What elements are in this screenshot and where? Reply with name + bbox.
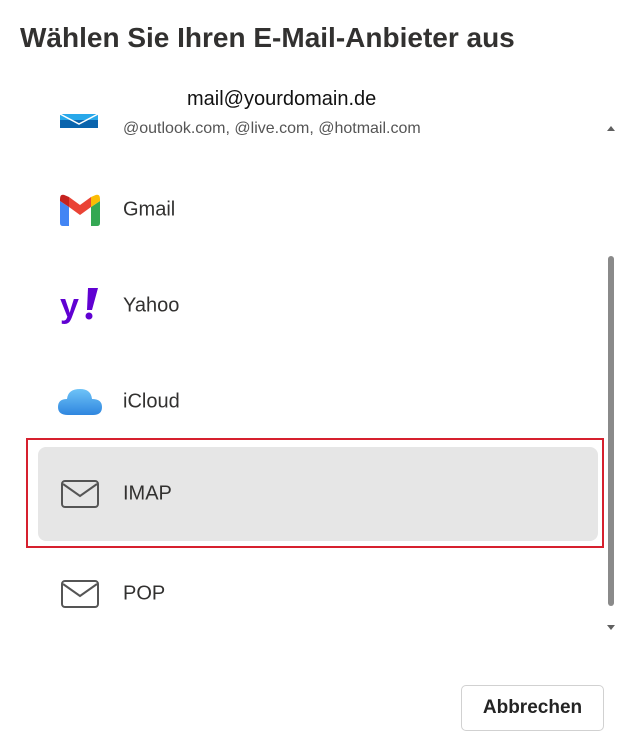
provider-item-yahoo[interactable]: y Yahoo [38, 259, 598, 353]
provider-label: Gmail [123, 198, 176, 221]
outlook-icon [58, 110, 100, 130]
provider-label: mail@yourdomain.de [187, 88, 377, 110]
provider-label: Yahoo [123, 294, 180, 317]
envelope-icon [56, 474, 104, 514]
provider-list[interactable]: mail@yourdomain.de @outlook.com, @live.c… [0, 80, 628, 645]
provider-item-icloud[interactable]: iCloud [38, 355, 598, 449]
gmail-icon [56, 190, 104, 230]
provider-item-imap[interactable]: IMAP [38, 447, 598, 541]
provider-item-gmail[interactable]: Gmail [38, 163, 598, 257]
provider-item-pop[interactable]: POP [38, 547, 598, 641]
scrollbar[interactable] [604, 120, 618, 634]
provider-label: iCloud [123, 390, 180, 413]
email-provider-dialog: Wählen Sie Ihren E-Mail-Anbieter aus mai… [0, 0, 628, 737]
yahoo-icon: y [56, 286, 104, 326]
cancel-button[interactable]: Abbrechen [461, 685, 604, 731]
scrollbar-thumb[interactable] [608, 256, 614, 606]
dialog-title: Wählen Sie Ihren E-Mail-Anbieter aus [20, 22, 515, 53]
provider-sublabel: @outlook.com, @live.com, @hotmail.com [123, 120, 421, 137]
provider-item-outlook[interactable]: mail@yourdomain.de @outlook.com, @live.c… [38, 80, 598, 150]
scroll-down-icon[interactable] [607, 625, 615, 630]
svg-text:y: y [60, 287, 79, 325]
envelope-icon [56, 574, 104, 614]
provider-label: POP [123, 582, 166, 605]
scroll-up-icon[interactable] [607, 126, 615, 131]
provider-label: IMAP [123, 482, 172, 505]
icloud-icon [56, 382, 104, 422]
